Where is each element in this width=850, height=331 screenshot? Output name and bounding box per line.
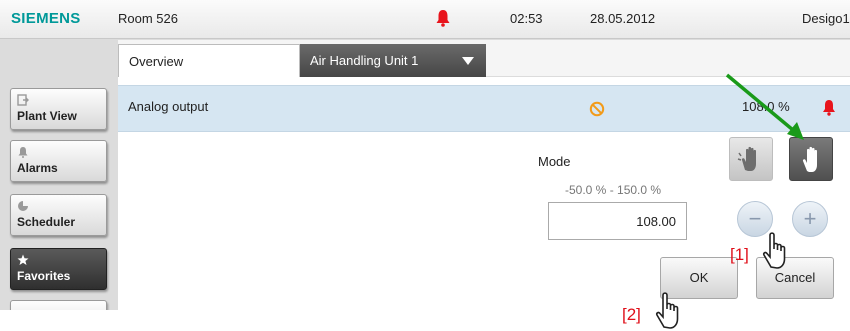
callout-step-1: [1]: [730, 245, 749, 264]
pointer-hand-icon: [655, 292, 679, 329]
annotation-arrow: [725, 73, 804, 140]
pointer-hand-icon: [762, 232, 786, 269]
callout-step-2: [2]: [622, 305, 641, 324]
